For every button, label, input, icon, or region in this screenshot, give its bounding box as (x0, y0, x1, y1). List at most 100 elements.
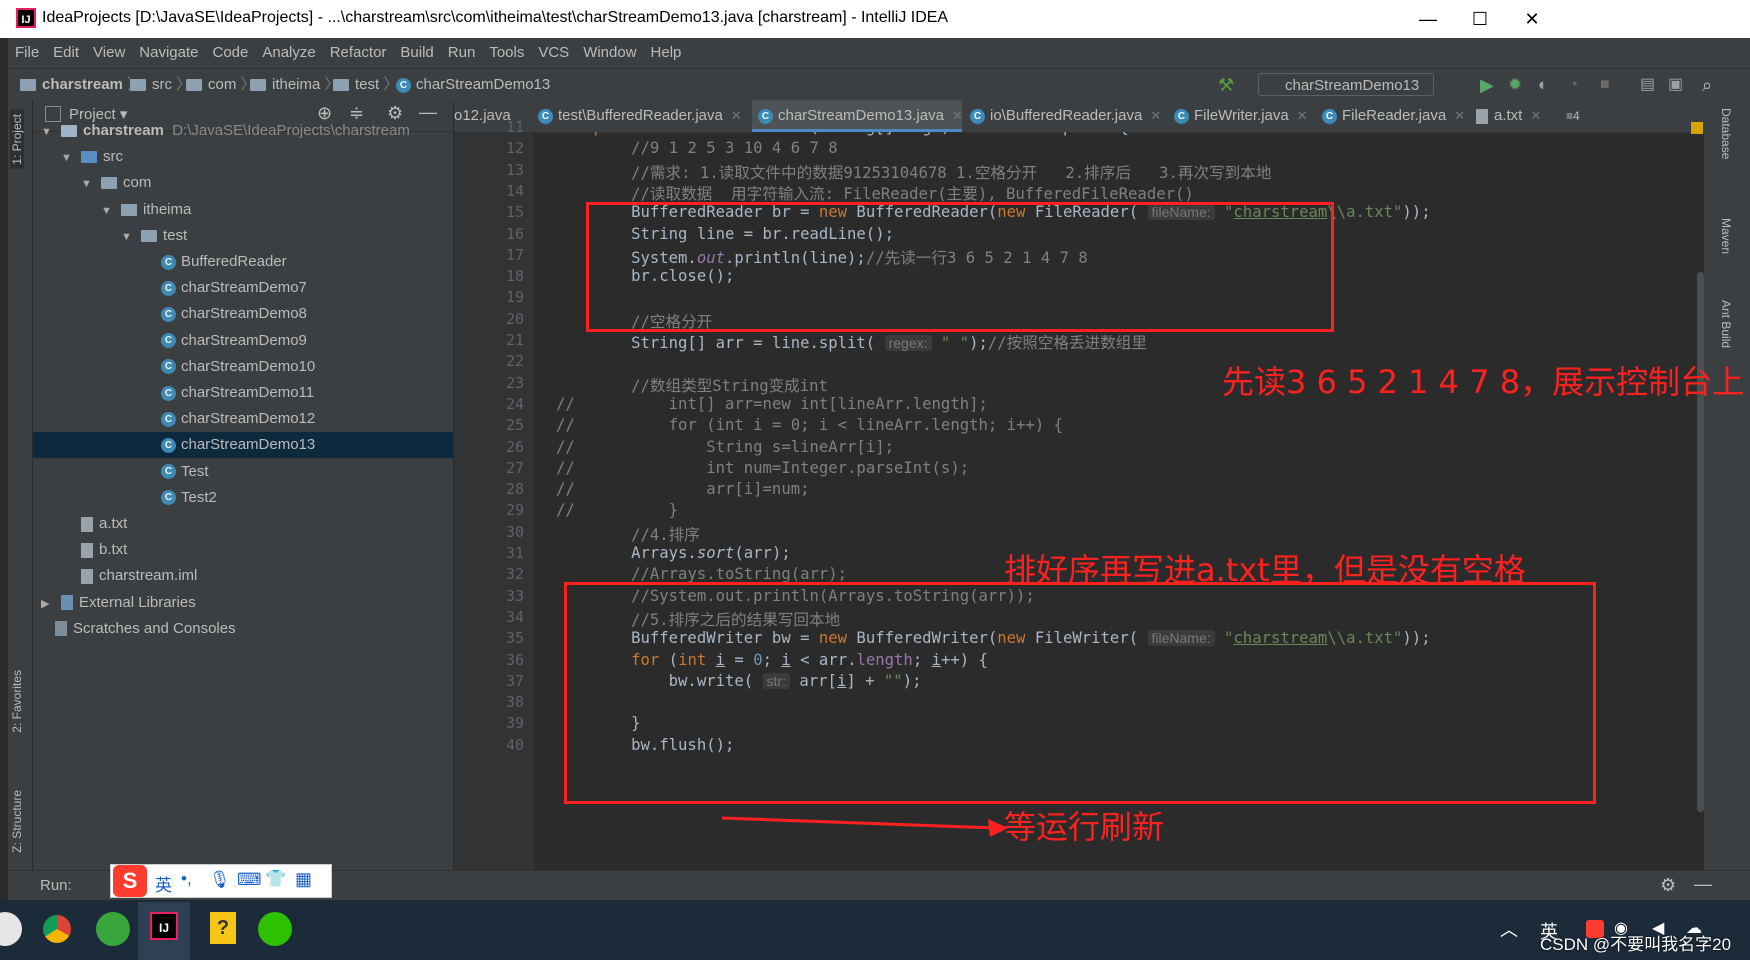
menu-run[interactable]: Run (441, 38, 483, 68)
skin-shirt-icon[interactable]: 👕 (265, 869, 286, 889)
code-line[interactable]: // int[] arr=new int[lineArr.length]; (556, 395, 988, 413)
ime-punctuation-toggle[interactable]: •, (181, 869, 192, 889)
code-line[interactable]: //需求: 1.读取文件中的数据91253104678 1.空格分开 2.排序后… (556, 161, 1271, 183)
menu-analyze[interactable]: Analyze (255, 38, 322, 68)
code-line[interactable]: //Arrays.toString(arr); (556, 565, 847, 583)
tree-item[interactable]: ▼ test (33, 223, 453, 249)
close-tab-icon[interactable]: ✕ (1530, 108, 1541, 123)
breadcrumb-src[interactable]: src 〉 (130, 69, 191, 101)
code-line[interactable]: // String s=lineArr[i]; (556, 438, 894, 456)
stop-icon[interactable]: ■ (1600, 69, 1610, 101)
close-tab-icon[interactable]: ✕ (952, 108, 963, 123)
hide-panel-icon[interactable]: — (1694, 874, 1712, 895)
browser-icon[interactable] (96, 912, 130, 946)
tree-item[interactable]: CcharStreamDemo7 (33, 275, 453, 301)
tree-item[interactable]: charstream.iml (33, 563, 453, 589)
tree-item[interactable]: CcharStreamDemo8 (33, 301, 453, 327)
project-structure-icon[interactable]: ▤ (1640, 69, 1655, 101)
layout-icon[interactable]: ▣ (1668, 69, 1683, 101)
menu-navigate[interactable]: Navigate (132, 38, 205, 68)
code-line[interactable]: //4.排序 (556, 523, 700, 545)
code-line[interactable]: //数组类型String变成int (556, 374, 828, 396)
search-icon[interactable]: ⌕ (1702, 69, 1712, 101)
profile-icon[interactable]: ◔ (1568, 69, 1578, 101)
tree-item[interactable]: CcharStreamDemo10 (33, 354, 453, 380)
tree-item[interactable]: a.txt (33, 511, 453, 537)
menu-refactor[interactable]: Refactor (323, 38, 394, 68)
close-tab-icon[interactable]: ✕ (1297, 108, 1308, 123)
menu-help[interactable]: Help (644, 38, 689, 68)
code-line[interactable]: // arr[i]=num; (556, 480, 810, 498)
tree-item[interactable]: C BufferedReader (33, 249, 453, 275)
tree-item[interactable]: CcharStreamDemo9 (33, 328, 453, 354)
run-icon[interactable]: ▶ (1480, 69, 1494, 101)
code-line[interactable]: // } (556, 501, 678, 519)
expanded-arrow-icon[interactable]: ▼ (121, 224, 135, 250)
favorites-tool-tab[interactable]: 2: Favorites (10, 670, 24, 733)
code-line[interactable]: public static void main(String[] args) t… (556, 132, 1129, 136)
menu-tools[interactable]: Tools (482, 38, 531, 68)
collapsed-arrow-icon[interactable]: ▶ (41, 591, 55, 617)
chrome-icon[interactable] (40, 912, 74, 946)
inspection-warning-icon[interactable] (1691, 122, 1703, 134)
tree-item[interactable]: ▼ charstream D:\JavaSE\IdeaProjects\chars… (33, 118, 453, 144)
code-line[interactable]: //读取数据 用字符输入流: FileReader(主要), BufferedF… (556, 182, 1194, 204)
tree-item[interactable]: Scratches and Consoles (33, 616, 453, 642)
tree-item[interactable]: CcharStreamDemo13 (33, 432, 453, 459)
tab-io-bufferedreader[interactable]: Cio\BufferedReader.java ✕ (970, 100, 1174, 132)
tab-filewriter[interactable]: C FileWriter.java ✕ (1174, 100, 1320, 132)
maven-tool-tab[interactable]: Maven (1719, 218, 1733, 254)
tree-item[interactable]: b.txt (33, 537, 453, 563)
run-label[interactable]: Run: (40, 877, 72, 894)
database-tool-tab[interactable]: Database (1719, 108, 1733, 159)
tree-item[interactable]: C Test (33, 459, 453, 485)
tree-item[interactable]: CcharStreamDemo12 (33, 406, 453, 432)
tabs-overflow-button[interactable]: ≡4 (1566, 100, 1606, 132)
menu-file[interactable]: File (8, 38, 46, 68)
microphone-icon[interactable]: 🎙 (209, 870, 231, 890)
code-line[interactable]: //9 1 2 5 3 10 4 6 7 8 (556, 139, 838, 157)
structure-tool-tab[interactable]: Z: Structure (10, 790, 24, 853)
close-tab-icon[interactable]: ✕ (1150, 108, 1161, 123)
breadcrumb-com[interactable]: com 〉 (186, 69, 256, 101)
project-tool-tab[interactable]: 1: Project (10, 110, 24, 169)
tab-charstreamdemo13[interactable]: CcharStreamDemo13.java ✕ (752, 100, 963, 132)
close-tab-icon[interactable]: ✕ (1454, 108, 1465, 123)
maximize-button[interactable]: ☐ (1460, 6, 1500, 32)
code-line[interactable]: // int num=Integer.parseInt(s); (556, 459, 969, 477)
sogou-logo-icon[interactable]: S (113, 865, 147, 897)
tab-a-txt[interactable]: a.txt ✕ (1476, 100, 1558, 132)
tray-chevron-up-icon[interactable]: ︿ (1500, 916, 1518, 942)
run-config-dropdown[interactable]: charStreamDemo13 ▾ (1258, 73, 1434, 117)
breadcrumb-charstream[interactable]: charstream 〉 (20, 69, 142, 101)
settings-gear-icon[interactable]: ⚙ (1660, 875, 1676, 896)
build-hammer-icon[interactable]: ⚒ (1218, 69, 1234, 101)
expanded-arrow-icon[interactable]: ▼ (61, 145, 75, 171)
menu-view[interactable]: View (86, 38, 132, 68)
tree-item[interactable]: CcharStreamDemo11 (33, 380, 453, 406)
minimize-button[interactable]: — (1408, 6, 1448, 32)
breadcrumb-test[interactable]: test 〉 (333, 69, 398, 101)
tree-item[interactable]: ▶ External Libraries (33, 590, 453, 616)
expanded-arrow-icon[interactable]: ▼ (101, 198, 115, 224)
app-icon[interactable] (0, 912, 22, 946)
breadcrumb-itheima[interactable]: itheima 〉 (250, 69, 340, 101)
tree-item[interactable]: ▼ src (33, 144, 453, 170)
tree-item[interactable]: C Test2 (33, 485, 453, 511)
menu-code[interactable]: Code (205, 38, 255, 68)
menu-window[interactable]: Window (576, 38, 643, 68)
wechat-icon[interactable] (258, 912, 292, 946)
code-line[interactable]: // for (int i = 0; i < lineArr.length; i… (556, 416, 1063, 434)
menu-edit[interactable]: Edit (46, 38, 86, 68)
code-line[interactable]: Arrays.sort(arr); (556, 544, 791, 562)
tab-filereader[interactable]: C FileReader.java ✕ (1322, 100, 1470, 132)
breadcrumb-charstreamdemo13[interactable]: CcharStreamDemo13 (396, 69, 550, 101)
menu-vcs[interactable]: VCS (531, 38, 576, 68)
debug-icon[interactable]: ✹ (1508, 69, 1522, 101)
close-button[interactable]: ✕ (1512, 6, 1552, 32)
menu-build[interactable]: Build (393, 38, 440, 68)
code-line[interactable]: String[] arr = line.split( regex: " ");/… (556, 331, 1147, 353)
ant-build-tool-tab[interactable]: Ant Build (1719, 300, 1733, 348)
tree-item[interactable]: ▼ itheima (33, 197, 453, 223)
tab-test-bufferedreader[interactable]: Ctest\BufferedReader.java ✕ (538, 100, 748, 132)
